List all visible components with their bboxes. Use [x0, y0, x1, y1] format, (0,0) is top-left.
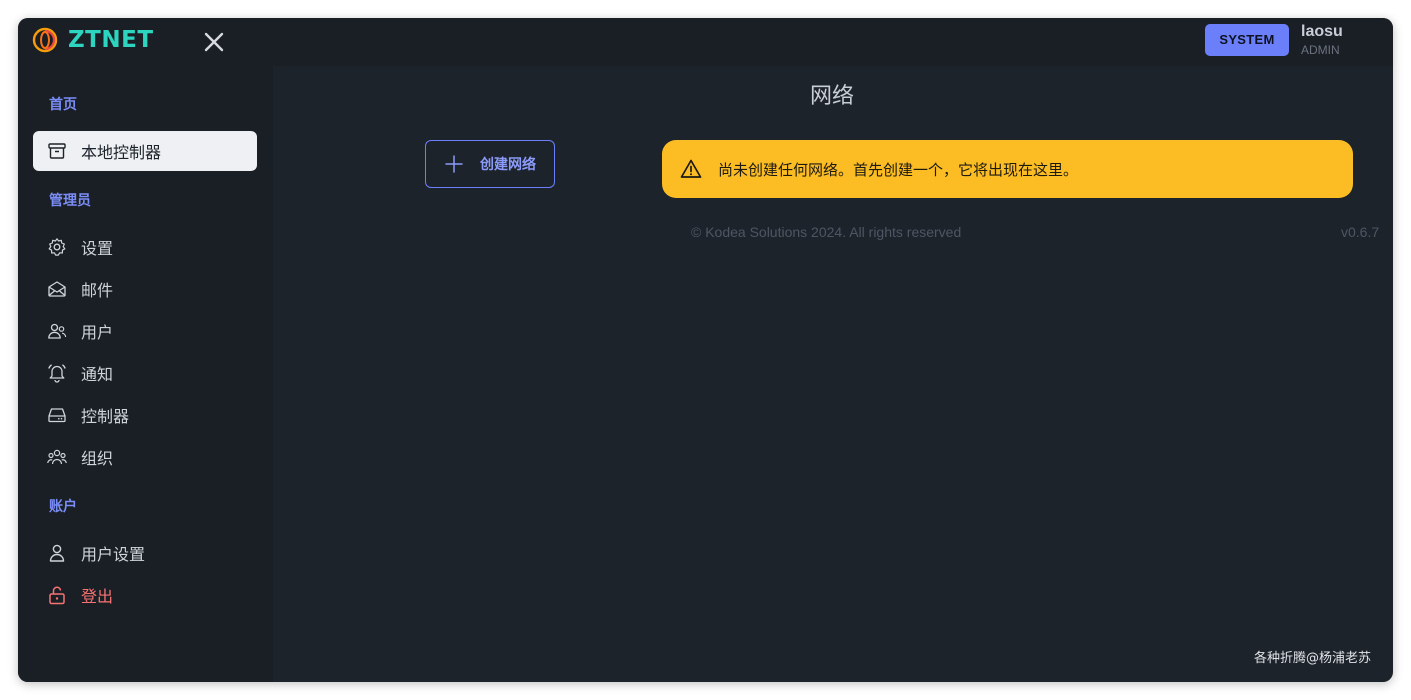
user-name[interactable]: laosu	[1301, 23, 1343, 41]
system-badge[interactable]: SYSTEM	[1205, 24, 1289, 56]
gear-icon	[47, 237, 67, 257]
close-icon	[204, 32, 224, 52]
user-group-icon	[47, 447, 67, 467]
sidebar-item-local-controller[interactable]: 本地控制器	[33, 131, 257, 171]
sidebar-item-controller[interactable]: 控制器	[33, 395, 257, 435]
plus-icon	[445, 155, 463, 173]
create-network-button[interactable]: 创建网络	[425, 140, 555, 188]
sidebar-item-label: 本地控制器	[81, 143, 162, 162]
sidebar-item-notifications[interactable]: 通知	[33, 353, 257, 393]
sidebar-item-label: 组织	[81, 449, 114, 468]
logo[interactable]: ZTNET	[32, 27, 154, 53]
users-icon	[47, 321, 67, 341]
footer-version: v0.6.7	[1341, 224, 1380, 240]
sidebar-item-user-settings[interactable]: 用户设置	[33, 533, 257, 573]
sidebar-item-mail[interactable]: 邮件	[33, 269, 257, 309]
bell-icon	[47, 363, 67, 383]
logo-text: ZTNET	[68, 27, 154, 53]
warning-icon	[680, 159, 702, 178]
sidebar-item-logout[interactable]: 登出	[33, 575, 257, 615]
sidebar-item-label: 登出	[81, 587, 114, 606]
no-networks-alert: 尚未创建任何网络。首先创建一个，它将出现在这里。	[662, 140, 1353, 198]
sidebar-item-label: 用户设置	[81, 545, 146, 564]
page-title: 网络	[810, 84, 855, 109]
user-icon	[47, 543, 67, 563]
sidebar: 首页 本地控制器 管理员 设置 邮件 用户 通知 控制器 组织 账户 用户设置 …	[18, 66, 273, 682]
sidebar-item-label: 用户	[81, 323, 114, 342]
ztnet-logo-icon	[32, 27, 58, 53]
user-role: ADMIN	[1301, 43, 1340, 57]
unlock-icon	[47, 585, 67, 605]
archive-box-icon	[47, 141, 67, 161]
watermark: 各种折腾@杨浦老苏	[1254, 651, 1372, 666]
server-icon	[47, 405, 67, 425]
top-bar: ZTNET SYSTEM laosu ADMIN	[18, 18, 1393, 66]
section-title-home: 首页	[49, 97, 77, 113]
sidebar-item-label: 控制器	[81, 407, 130, 426]
alert-text: 尚未创建任何网络。首先创建一个，它将出现在这里。	[718, 160, 1079, 179]
create-network-label: 创建网络	[480, 157, 536, 173]
sidebar-item-label: 设置	[81, 239, 114, 258]
sidebar-item-label: 通知	[81, 365, 114, 384]
section-title-admin: 管理员	[49, 193, 91, 209]
sidebar-item-settings[interactable]: 设置	[33, 227, 257, 267]
app-window: ZTNET SYSTEM laosu ADMIN 首页 本地控制器 管理员 设置	[18, 18, 1393, 682]
sidebar-item-label: 邮件	[81, 281, 114, 300]
sidebar-item-organization[interactable]: 组织	[33, 437, 257, 477]
footer-copyright: © Kodea Solutions 2024. All rights reser…	[691, 224, 962, 240]
section-title-account: 账户	[49, 499, 77, 515]
close-sidebar-button[interactable]	[202, 30, 226, 54]
envelope-open-icon	[47, 279, 67, 299]
sidebar-item-users[interactable]: 用户	[33, 311, 257, 351]
